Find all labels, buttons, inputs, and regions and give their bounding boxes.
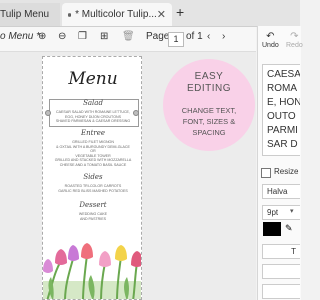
section-title-dessert[interactable]: Dessert [43,201,141,209]
easy-editing-badge: EASY EDITING CHANGE TEXT, FONT, SIZES & … [163,59,255,151]
redo-icon: ↷ [290,31,299,42]
new-tab-button[interactable]: + [176,4,184,20]
section-body-dessert[interactable]: WEDDING CAKE AND PASTRIES [48,212,138,221]
font-size-select[interactable]: 9pt [262,205,300,220]
property-field[interactable] [262,264,300,279]
add-page-icon[interactable]: ⊞ [100,31,108,42]
tab-label: * Multicolor Tulip... [75,9,157,20]
page-label: Page [146,31,170,42]
copy-icon[interactable]: ❐ [78,31,87,42]
text-style-field[interactable]: T [262,244,300,259]
delete-icon[interactable]: 🗑 [122,31,135,42]
document-icon [68,12,71,17]
tab-label: Tulip Menu [0,9,50,20]
section-title-sides[interactable]: Sides [43,173,141,181]
section-body-sides[interactable]: ROASTED TRI-COLOR CARROTS GARLIC RED BLI… [48,184,138,193]
zoom-in-icon[interactable]: ⊕ [38,31,46,42]
close-icon[interactable]: ✕ [157,8,166,21]
badge-line-editing: EDITING [186,83,232,94]
previous-page-button[interactable]: ‹ [207,31,210,42]
undo-icon: ↶ [266,31,275,42]
tab-tulip-menu[interactable]: Tulip Menu [0,3,60,26]
document-name: o Menu * [0,31,41,42]
page-count: of 1 [186,31,203,42]
zoom-out-icon[interactable]: ⊖ [58,31,66,42]
text-color-swatch[interactable] [263,222,281,236]
resize-checkbox[interactable] [261,168,271,178]
chevron-down-icon[interactable]: ▾ [290,207,294,215]
menu-title[interactable]: Menu [43,69,141,89]
text-edit-area[interactable]: CAESA ROMA E, HON OUTO PARMI SAR D [262,64,300,156]
page-number-input[interactable]: 1 [168,32,184,47]
eyedropper-icon[interactable]: ✎ [285,223,293,234]
undo-button[interactable]: ↶ Undo [262,31,279,49]
section-body-salad[interactable]: CAESAR SALAD WITH ROMAINE LETTUCE, EGG, … [48,110,138,124]
badge-description: CHANGE TEXT, FONT, SIZES & SPACING [181,106,237,137]
resize-label: Resize [274,167,299,176]
section-body-entree[interactable]: GRILLED FILET MIGNON & OXTAIL WITH A BUR… [48,140,138,168]
redo-button[interactable]: ↷ Redo [286,31,303,49]
font-family-select[interactable]: Halva [262,184,300,199]
section-title-salad[interactable]: Salad [43,99,141,107]
badge-line-easy: EASY [194,71,224,82]
next-page-button[interactable]: › [222,31,225,42]
tab-bar: Tulip Menu * Multicolor Tulip... ✕ + [0,0,300,27]
editor-toolbar: o Menu * ⊕ ⊖ ❐ ⊞ 🗑 Page 1 of 1 ‹ › [0,27,256,52]
section-title-entree[interactable]: Entree [43,129,141,137]
tulip-border-image [43,243,141,299]
menu-card: Menu Salad CAESAR SALAD WITH ROMAINE LET… [42,56,142,300]
tab-multicolor-tulip[interactable]: * Multicolor Tulip... ✕ [62,3,172,26]
property-field[interactable] [262,284,300,299]
